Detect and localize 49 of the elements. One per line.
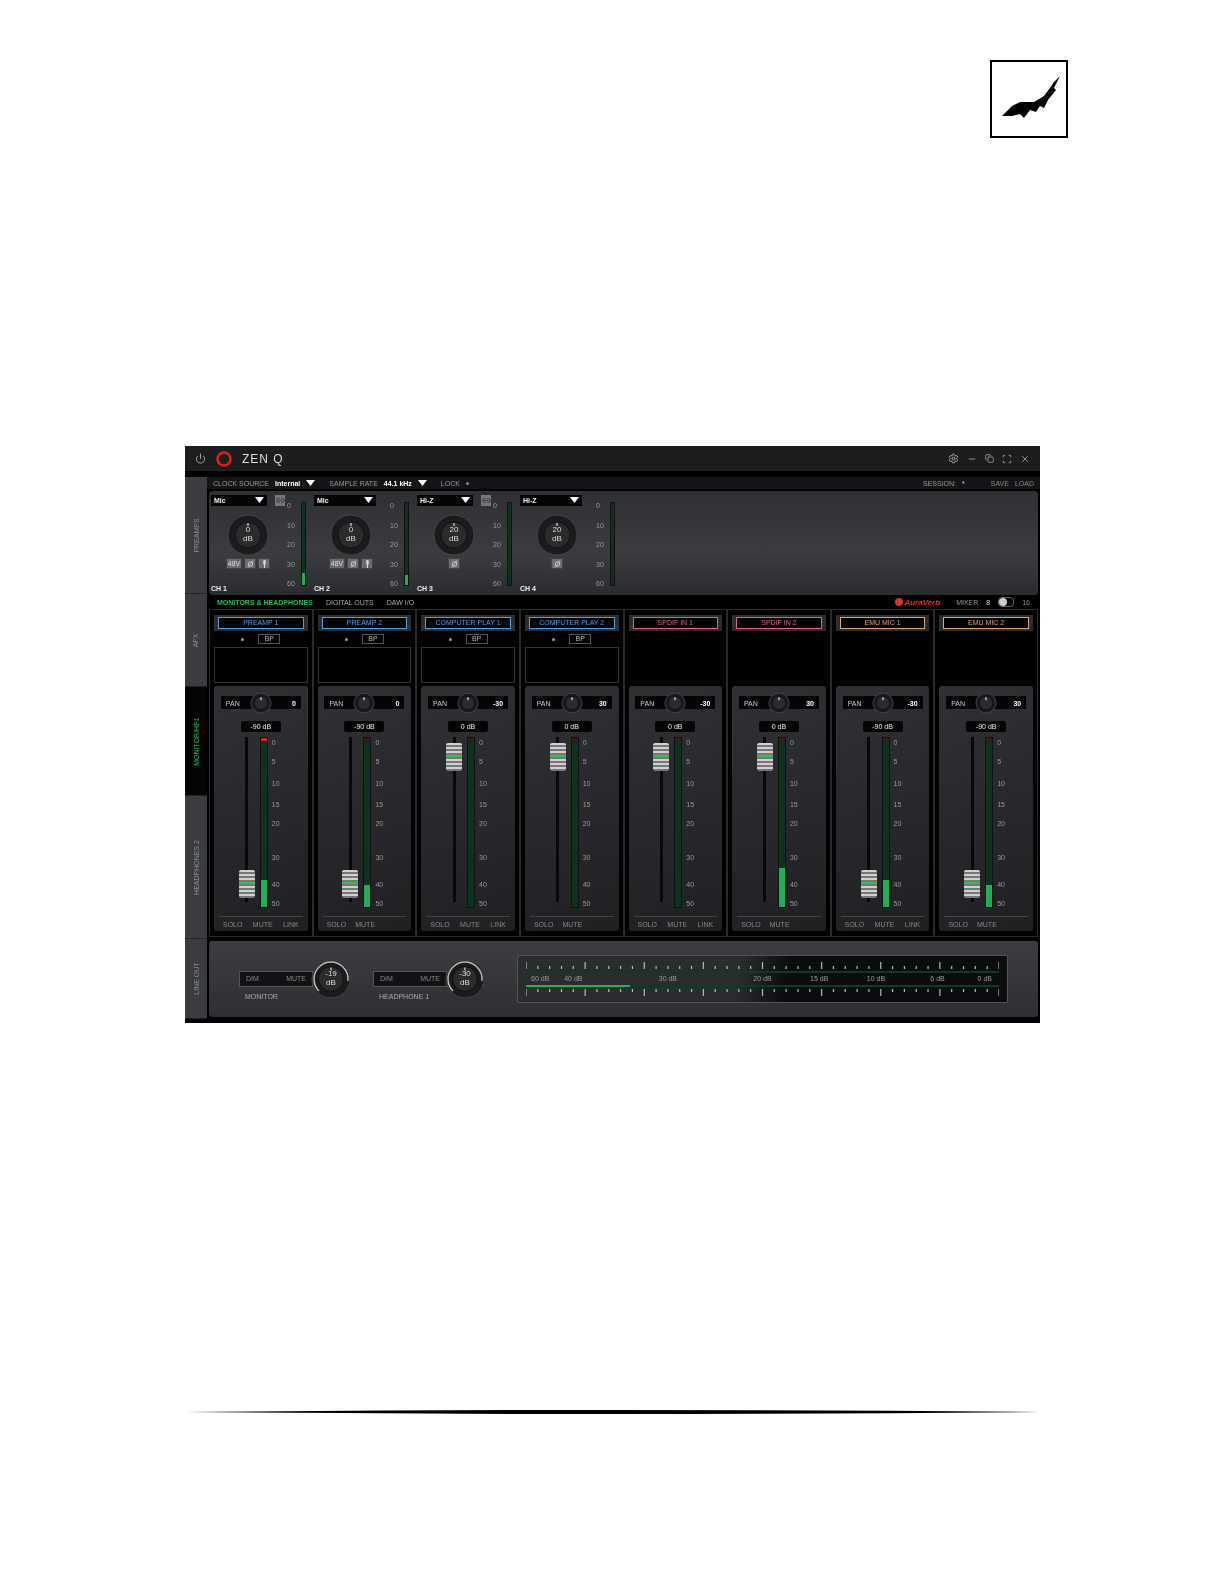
- power-button[interactable]: [195, 453, 206, 464]
- phase-icon: [553, 559, 561, 568]
- gain-knob[interactable]: 0 dB: [227, 514, 269, 556]
- microphone-icon: [364, 559, 370, 568]
- caret-icon: [417, 480, 427, 486]
- fader-handle[interactable]: [964, 870, 981, 898]
- mixer-mode-switch[interactable]: [998, 597, 1015, 607]
- phase-button[interactable]: [347, 558, 360, 569]
- microphone-button[interactable]: [258, 558, 271, 569]
- reverb-logo-icon: [895, 598, 904, 606]
- fader-handle[interactable]: [549, 743, 566, 771]
- lock-indicator: [465, 481, 469, 485]
- caret-icon: [364, 497, 373, 503]
- fader-handle[interactable]: [446, 743, 463, 771]
- fader-handle[interactable]: [238, 870, 255, 898]
- gain-knob[interactable]: 0 dB: [330, 514, 372, 556]
- microphone-button[interactable]: [361, 558, 374, 569]
- phase-icon: [349, 559, 357, 568]
- volume-knob[interactable]: -19 dB: [311, 958, 351, 999]
- phase-icon: [246, 559, 254, 568]
- settings-icon[interactable]: [948, 453, 959, 464]
- fx-indicator: [241, 637, 245, 641]
- fx-indicator: [344, 637, 348, 641]
- fader-handle[interactable]: [653, 743, 670, 771]
- reverb-logo[interactable]: AuraVerb: [904, 597, 941, 607]
- caret-icon: [461, 497, 471, 503]
- gain-knob[interactable]: 20 dB: [433, 514, 475, 556]
- fullscreen-icon[interactable]: [1002, 453, 1012, 464]
- gain-knob[interactable]: 20 dB: [536, 514, 578, 556]
- fader-handle[interactable]: [342, 870, 359, 898]
- volume-knob[interactable]: -30 dB: [445, 958, 485, 999]
- microphone-icon: [261, 559, 267, 568]
- phase-button[interactable]: [244, 558, 257, 569]
- app-name: ZEN Q: [242, 451, 284, 466]
- fader-handle[interactable]: [756, 743, 773, 771]
- fx-indicator: [552, 637, 556, 641]
- caret-icon: [306, 480, 316, 486]
- phase-icon: [450, 559, 458, 568]
- restore-icon[interactable]: [985, 454, 994, 463]
- link-button[interactable]: [275, 494, 285, 506]
- fx-indicator: [448, 637, 452, 641]
- fader-handle[interactable]: [860, 870, 877, 898]
- caret-icon: [570, 497, 579, 503]
- ring-logo-icon: [216, 450, 232, 467]
- phase-button[interactable]: [551, 558, 563, 569]
- close-icon[interactable]: [1020, 453, 1030, 464]
- phase-button[interactable]: [448, 558, 460, 569]
- caret-icon: [255, 497, 265, 503]
- link-button[interactable]: [481, 494, 491, 506]
